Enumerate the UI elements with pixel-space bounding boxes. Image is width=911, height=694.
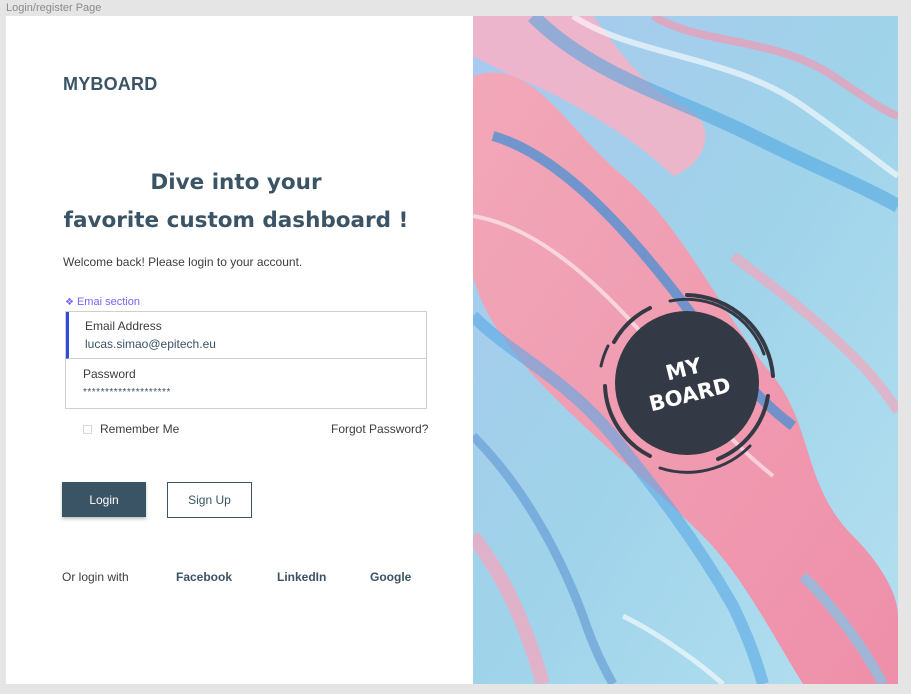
facebook-login-link[interactable]: Facebook	[176, 570, 232, 584]
welcome-text: Welcome back! Please login to your accou…	[63, 255, 303, 269]
forgot-password-link[interactable]: Forgot Password?	[331, 422, 428, 436]
hero-image-panel: MY BOARD	[473, 16, 898, 684]
remember-me-label: Remember Me	[100, 422, 180, 436]
social-login-prompt: Or login with	[62, 570, 129, 584]
section-tag-label: Emai section	[76, 296, 140, 308]
login-button[interactable]: Login	[62, 482, 146, 517]
myboard-logo: MY BOARD	[599, 293, 775, 474]
page-headline: Dive into your favorite custom dashboard…	[61, 164, 411, 240]
remember-me-checkbox[interactable]: Remember Me	[83, 422, 179, 436]
headline-line-2: favorite custom dashboard !	[63, 208, 409, 233]
password-field[interactable]: Password ********************	[66, 360, 426, 407]
headline-line-1: Dive into your	[150, 170, 322, 195]
brand-name: MYBOARD	[63, 74, 158, 94]
signup-button[interactable]: Sign Up	[167, 482, 252, 518]
linkedin-login-link[interactable]: LinkedIn	[277, 570, 326, 584]
frame-label: Login/register Page	[6, 2, 102, 14]
password-input[interactable]: ********************	[83, 387, 171, 398]
checkbox-icon[interactable]	[83, 424, 92, 434]
email-field[interactable]: Email Address lucas.simao@epitech.eu	[66, 312, 426, 359]
section-tag: ❖ Emai section	[65, 296, 140, 308]
email-input[interactable]: lucas.simao@epitech.eu	[85, 337, 216, 351]
login-panel: MYBOARD Dive into your favorite custom d…	[6, 16, 473, 684]
email-label: Email Address	[85, 319, 162, 333]
credentials-form: Email Address lucas.simao@epitech.eu Pas…	[65, 311, 427, 409]
google-login-link[interactable]: Google	[370, 570, 411, 584]
component-icon: ❖	[65, 297, 74, 308]
password-label: Password	[83, 367, 136, 381]
